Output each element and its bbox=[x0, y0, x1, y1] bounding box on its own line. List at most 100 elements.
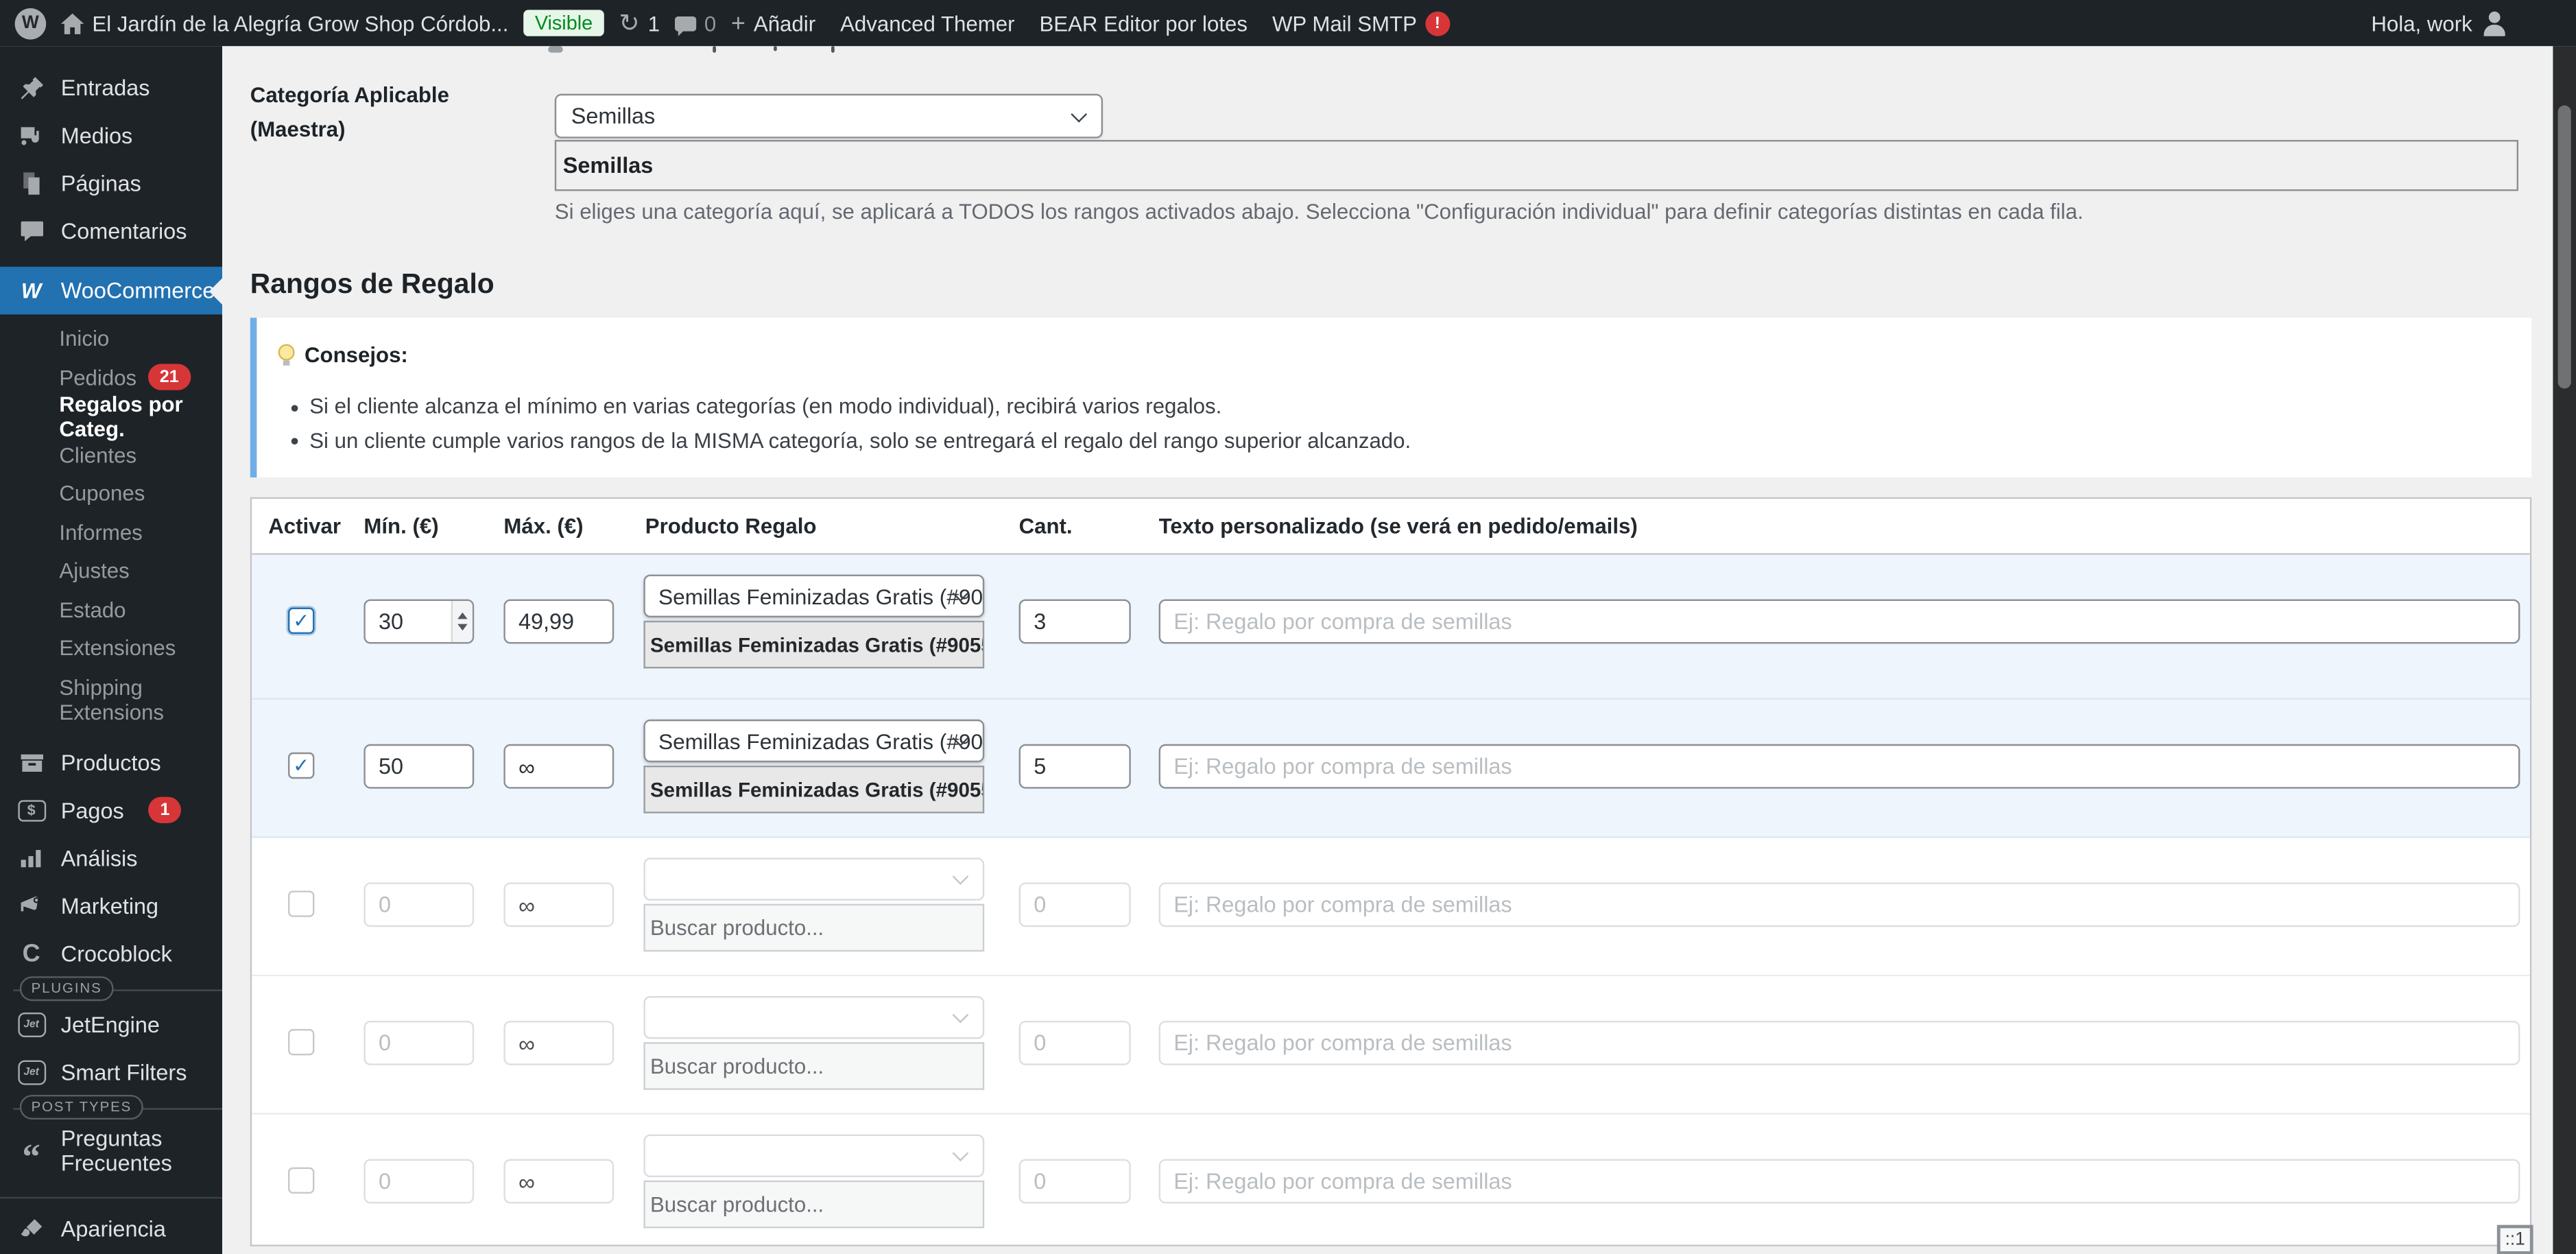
sidebar-item-productos[interactable]: Productos bbox=[0, 738, 222, 786]
sidebar-item-label: Marketing bbox=[61, 893, 158, 918]
post-types-section-text: POST TYPES bbox=[20, 1095, 143, 1120]
submenu-item-shipping-extensions[interactable]: Shipping Extensions bbox=[0, 667, 222, 730]
site-menu-item[interactable]: El Jardín de la Alegría Grow Shop Córdob… bbox=[61, 11, 509, 36]
max-input[interactable] bbox=[503, 744, 614, 789]
gift-product-select[interactable]: Semillas Feminizadas Gratis (#90 bbox=[643, 720, 984, 762]
woocommerce-icon: W bbox=[15, 279, 48, 303]
submenu-item-clientes[interactable]: Clientes bbox=[0, 436, 222, 474]
cutoff-control-fragment bbox=[713, 46, 716, 53]
max-input[interactable] bbox=[503, 1159, 614, 1204]
home-icon bbox=[61, 12, 84, 34]
submenu-label: Shipping Extensions bbox=[59, 674, 191, 724]
comments-menu-item[interactable]: 0 bbox=[675, 11, 717, 36]
max-input[interactable] bbox=[503, 1021, 614, 1065]
sidebar-item-preguntas-frecuentes[interactable]: “ Preguntas Frecuentes bbox=[0, 1119, 222, 1181]
sidebar-item-marketing[interactable]: Marketing bbox=[0, 882, 222, 930]
submenu-item-ajustes[interactable]: Ajustes bbox=[0, 552, 222, 590]
table-row: Buscar producto... bbox=[252, 838, 2530, 977]
advanced-themer-label: Advanced Themer bbox=[840, 11, 1014, 36]
gift-product-select[interactable] bbox=[643, 996, 984, 1039]
product-search-box[interactable]: Buscar producto... bbox=[643, 1181, 984, 1229]
sidebar-item-medios[interactable]: Medios bbox=[0, 112, 222, 160]
sidebar-item-apariencia[interactable]: Apariencia bbox=[0, 1205, 222, 1253]
tips-title: Consejos: bbox=[305, 342, 408, 367]
submenu-item-estado[interactable]: Estado bbox=[0, 590, 222, 628]
wordpress-logo-icon[interactable]: W bbox=[15, 8, 47, 39]
updates-menu-item[interactable]: ↻ 1 bbox=[619, 11, 660, 36]
qty-input[interactable] bbox=[1019, 600, 1131, 644]
submenu-item-regalos-por-categ[interactable]: Regalos por Categ. bbox=[0, 397, 222, 435]
col-header-min: Mín. (€) bbox=[363, 514, 438, 539]
qty-input[interactable] bbox=[1019, 882, 1131, 927]
category-help-text: Si eliges una categoría aquí, se aplicar… bbox=[555, 199, 2084, 224]
advanced-themer-menu-item[interactable]: Advanced Themer bbox=[840, 11, 1014, 36]
activate-checkbox[interactable] bbox=[288, 1029, 314, 1055]
number-stepper[interactable] bbox=[451, 601, 473, 642]
cutoff-control-fragment bbox=[774, 46, 777, 51]
table-row: Buscar producto... bbox=[252, 976, 2530, 1115]
custom-text-input[interactable] bbox=[1159, 744, 2520, 789]
sidebar-item-woocommerce[interactable]: W WooCommerce bbox=[0, 267, 222, 315]
min-input[interactable] bbox=[363, 744, 474, 789]
table-row: Buscar producto... bbox=[252, 1115, 2530, 1246]
activate-checkbox[interactable] bbox=[288, 1168, 314, 1194]
gift-product-select-value: Semillas Feminizadas Gratis (#90 bbox=[658, 584, 983, 608]
selected-product-display: Semillas Feminizadas Gratis (#9055) bbox=[643, 621, 984, 669]
sidebar-item-entradas[interactable]: Entradas bbox=[0, 64, 222, 113]
lightbulb-icon bbox=[278, 344, 295, 366]
sidebar-item-pagos[interactable]: $ Pagos 1 bbox=[0, 786, 222, 834]
max-input[interactable] bbox=[503, 882, 614, 927]
sidebar-item-comentarios[interactable]: Comentarios bbox=[0, 207, 222, 255]
submenu-label: Clientes bbox=[59, 442, 136, 467]
gift-ranges-table: Activar Mín. (€) Máx. (€) Producto Regal… bbox=[250, 497, 2531, 1246]
activate-checkbox[interactable] bbox=[288, 890, 314, 916]
product-search-box[interactable]: Buscar producto... bbox=[643, 1042, 984, 1090]
submenu-item-cupones[interactable]: Cupones bbox=[0, 474, 222, 512]
sidebar-item-crocoblock[interactable]: C Crocoblock bbox=[0, 930, 222, 978]
plugins-section-label: PLUGINS bbox=[0, 977, 222, 1000]
activate-checkbox[interactable]: ✓ bbox=[288, 753, 314, 779]
custom-text-input[interactable] bbox=[1159, 1021, 2520, 1065]
qty-input[interactable] bbox=[1019, 1021, 1131, 1065]
category-select[interactable]: Semillas bbox=[555, 94, 1103, 139]
submenu-label: Ajustes bbox=[59, 558, 129, 583]
sidebar-item-label: Análisis bbox=[61, 845, 138, 870]
gift-product-select[interactable] bbox=[643, 1135, 984, 1177]
scrollbar-thumb[interactable] bbox=[2558, 106, 2571, 389]
chevron-down-icon bbox=[953, 1145, 969, 1161]
min-input[interactable] bbox=[363, 1159, 474, 1204]
wp-mail-smtp-menu-item[interactable]: WP Mail SMTP ! bbox=[1272, 11, 1450, 36]
add-new-label: Añadir bbox=[754, 11, 815, 36]
min-input[interactable] bbox=[363, 882, 474, 927]
bear-editor-label: BEAR Editor por lotes bbox=[1039, 11, 1247, 36]
product-search-box[interactable]: Buscar producto... bbox=[643, 904, 984, 952]
custom-text-input[interactable] bbox=[1159, 600, 2520, 644]
custom-text-input[interactable] bbox=[1159, 882, 2520, 927]
comments-icon bbox=[675, 16, 696, 31]
submenu-item-inicio[interactable]: Inicio bbox=[0, 320, 222, 358]
sidebar-item-analisis[interactable]: Análisis bbox=[0, 834, 222, 882]
quote-icon: “ bbox=[15, 1149, 48, 1166]
gift-product-select[interactable] bbox=[643, 857, 984, 900]
products-icon bbox=[15, 750, 48, 774]
account-menu-item[interactable]: Hola, work bbox=[2371, 10, 2507, 36]
min-input[interactable] bbox=[363, 1021, 474, 1065]
custom-text-input[interactable] bbox=[1159, 1159, 2520, 1204]
sidebar-item-jetengine[interactable]: Jet JetEngine bbox=[0, 1000, 222, 1048]
submenu-item-extensiones[interactable]: Extensiones bbox=[0, 629, 222, 667]
gift-product-select[interactable]: Semillas Feminizadas Gratis (#90 bbox=[643, 575, 984, 617]
submenu-item-informes[interactable]: Informes bbox=[0, 513, 222, 552]
max-input[interactable] bbox=[503, 600, 614, 644]
sidebar-item-smart-filters[interactable]: Jet Smart Filters bbox=[0, 1048, 222, 1096]
sidebar-item-paginas[interactable]: Páginas bbox=[0, 160, 222, 208]
gift-product-select-value: Semillas Feminizadas Gratis (#90 bbox=[658, 729, 983, 753]
add-new-menu-item[interactable]: + Añadir bbox=[731, 11, 815, 36]
sidebar-divider bbox=[0, 1196, 222, 1198]
bear-editor-menu-item[interactable]: BEAR Editor por lotes bbox=[1039, 11, 1247, 36]
qty-input[interactable] bbox=[1019, 744, 1131, 789]
sidebar: Entradas Medios Páginas Comentarios W Wo… bbox=[0, 46, 222, 1254]
activate-checkbox[interactable]: ✓ bbox=[288, 608, 314, 634]
tip-item: Si un cliente cumple varios rangos de la… bbox=[288, 424, 2505, 458]
qty-input[interactable] bbox=[1019, 1159, 1131, 1204]
vertical-scrollbar[interactable] bbox=[2553, 46, 2576, 1254]
